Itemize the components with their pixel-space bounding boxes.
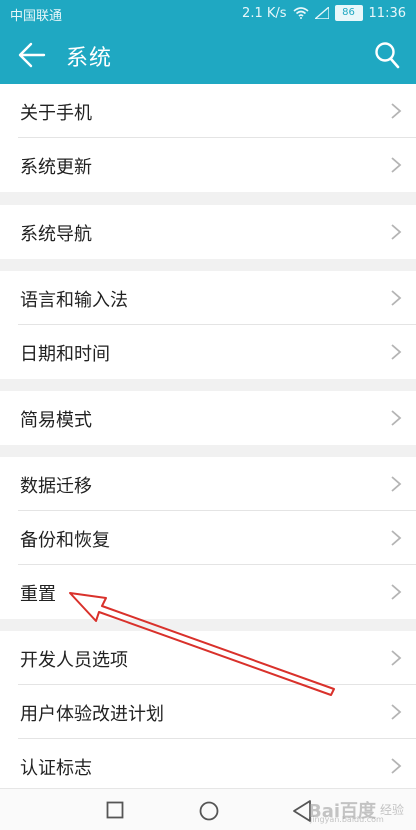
list-item-label: 日期和时间 xyxy=(20,344,110,365)
battery-icon: 86 xyxy=(334,5,363,21)
status-time: 11:36 xyxy=(368,5,406,21)
group-language-date: 语言和输入法 日期和时间 xyxy=(0,271,416,379)
group-gap xyxy=(0,259,416,271)
list-item-system-update[interactable]: 系统更新 xyxy=(0,138,416,192)
chevron-right-icon xyxy=(391,157,402,173)
list-item-label: 开发人员选项 xyxy=(20,650,128,671)
chevron-right-icon xyxy=(391,410,402,426)
list-item-simple-mode[interactable]: 简易模式 xyxy=(0,391,416,445)
settings-list: 关于手机 系统更新 系统导航 语言和输入法 日期和时间 简易模式 数据迁移 备份… xyxy=(0,84,416,793)
chevron-right-icon xyxy=(391,103,402,119)
search-icon[interactable] xyxy=(374,41,400,69)
list-item-reset[interactable]: 重置 xyxy=(0,565,416,619)
group-simple-mode: 简易模式 xyxy=(0,391,416,445)
group-gap xyxy=(0,192,416,205)
list-item-label: 系统导航 xyxy=(20,224,92,245)
group-gap xyxy=(0,445,416,457)
list-item-certification[interactable]: 认证标志 xyxy=(0,739,416,793)
chevron-right-icon xyxy=(391,530,402,546)
chevron-right-icon xyxy=(391,224,402,240)
group-gap xyxy=(0,619,416,631)
list-item-label: 关于手机 xyxy=(20,103,92,124)
chevron-right-icon xyxy=(391,758,402,774)
chevron-right-icon xyxy=(391,476,402,492)
group-developer: 开发人员选项 用户体验改进计划 认证标志 xyxy=(0,631,416,793)
group-navigation: 系统导航 xyxy=(0,205,416,259)
group-data-backup: 数据迁移 备份和恢复 重置 xyxy=(0,457,416,619)
list-item-label: 语言和输入法 xyxy=(20,290,128,311)
list-item-user-experience[interactable]: 用户体验改进计划 xyxy=(0,685,416,739)
list-item-developer-options[interactable]: 开发人员选项 xyxy=(0,631,416,685)
list-item-data-migration[interactable]: 数据迁移 xyxy=(0,457,416,511)
app-bar: 系统 xyxy=(0,26,416,84)
list-item-about-phone[interactable]: 关于手机 xyxy=(0,84,416,138)
chevron-right-icon xyxy=(391,344,402,360)
list-item-label: 认证标志 xyxy=(20,758,92,779)
back-arrow-icon[interactable] xyxy=(18,42,46,68)
recent-apps-icon[interactable] xyxy=(106,801,124,819)
status-indicators: 2.1 K/s 86 11:36 xyxy=(242,5,406,21)
status-bar: 中国联通 2.1 K/s 86 11:36 xyxy=(0,0,416,26)
list-item-backup-restore[interactable]: 备份和恢复 xyxy=(0,511,416,565)
page-title: 系统 xyxy=(66,46,113,71)
baidu-watermark: Bai百度 经验 jingyan.baidu.com xyxy=(300,796,412,826)
wifi-icon xyxy=(293,7,309,19)
chevron-right-icon xyxy=(391,290,402,306)
list-item-label: 备份和恢复 xyxy=(20,530,110,551)
list-item-language-input[interactable]: 语言和输入法 xyxy=(0,271,416,325)
home-icon[interactable] xyxy=(199,801,219,821)
network-speed: 2.1 K/s xyxy=(242,5,287,21)
list-item-label: 重置 xyxy=(20,584,56,605)
chevron-right-icon xyxy=(391,650,402,666)
list-item-label: 简易模式 xyxy=(20,410,92,431)
chevron-right-icon xyxy=(391,584,402,600)
carrier-name: 中国联通 xyxy=(10,9,63,24)
list-item-system-navigation[interactable]: 系统导航 xyxy=(0,205,416,259)
list-item-label: 数据迁移 xyxy=(20,476,92,497)
list-item-date-time[interactable]: 日期和时间 xyxy=(0,325,416,379)
chevron-right-icon xyxy=(391,704,402,720)
list-item-label: 系统更新 xyxy=(20,157,92,178)
list-item-label: 用户体验改进计划 xyxy=(20,704,164,725)
signal-icon xyxy=(314,7,329,19)
group-about: 关于手机 系统更新 xyxy=(0,84,416,192)
group-gap xyxy=(0,379,416,391)
watermark-url: jingyan.baidu.com xyxy=(310,815,384,824)
